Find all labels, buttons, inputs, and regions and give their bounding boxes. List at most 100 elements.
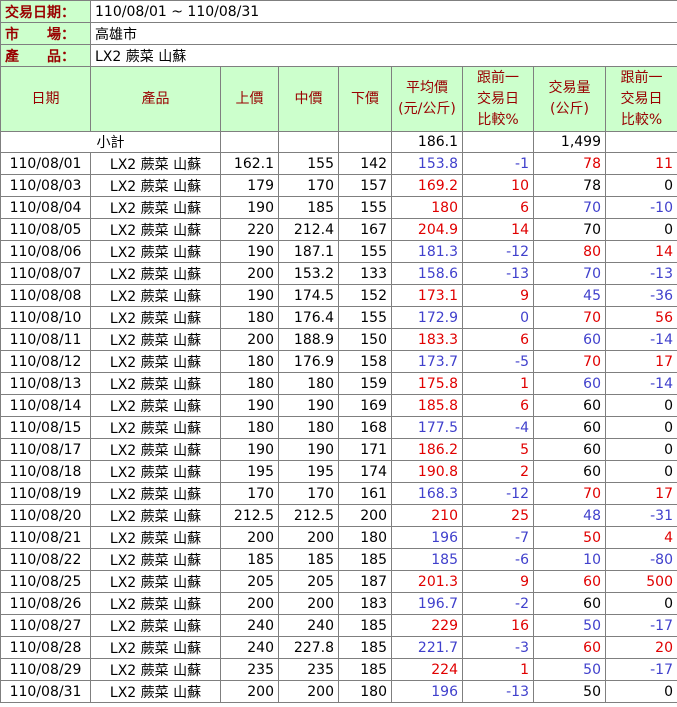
row-high-price: 200 [220,328,279,351]
row-volume: 60 [533,460,606,483]
header-avg-change: 跟前一 交易日 比較% [462,66,534,132]
row-date: 110/08/26 [0,592,91,615]
row-volume-change: 4 [605,526,677,549]
row-avg-change: 0 [462,306,534,329]
row-mid-price: 240 [278,614,339,637]
row-date: 110/08/29 [0,658,91,681]
row-product: LX2 蕨菜 山蘇 [90,350,221,373]
row-high-price: 195 [220,460,279,483]
row-avg-change: -5 [462,350,534,373]
subtotal-label: 小計 [0,131,221,153]
row-volume-change: 0 [605,394,677,417]
market-value: 高雄市 [90,22,677,45]
row-volume: 70 [533,350,606,373]
row-mid-price: 235 [278,658,339,681]
row-volume: 10 [533,548,606,571]
row-product: LX2 蕨菜 山蘇 [90,284,221,307]
product-label: 產 品： [0,44,91,67]
header-line: 日期 [31,90,60,107]
row-avg-price: 221.7 [391,636,463,659]
row-volume-change: -31 [605,504,677,527]
row-avg-change: 2 [462,460,534,483]
header-line: 比較% [620,111,663,128]
row-date: 110/08/21 [0,526,91,549]
row-mid-price: 200 [278,592,339,615]
table-row: 110/08/18 LX2 蕨菜 山蘇 195 195 174 190.8 2 60 0 [0,460,677,483]
row-date: 110/08/20 [0,504,91,527]
row-product: LX2 蕨菜 山蘇 [90,306,221,329]
row-avg-price: 185 [391,548,463,571]
date-range-label: 交易日期： [0,0,91,23]
row-date: 110/08/04 [0,196,91,219]
row-volume-change: 0 [605,680,677,703]
row-avg-price: 168.3 [391,482,463,505]
row-volume: 78 [533,174,606,197]
row-volume-change: -17 [605,658,677,681]
row-volume: 70 [533,262,606,285]
header-line: 產品 [141,90,170,107]
row-avg-price: 201.3 [391,570,463,593]
row-volume: 60 [533,394,606,417]
row-avg-price: 224 [391,658,463,681]
row-avg-price: 175.8 [391,372,463,395]
row-volume-change: -80 [605,548,677,571]
row-date: 110/08/10 [0,306,91,329]
table-row: 110/08/04 LX2 蕨菜 山蘇 190 185 155 180 6 70 -10 [0,196,677,219]
row-volume-change: 0 [605,460,677,483]
row-volume: 48 [533,504,606,527]
row-low-price: 155 [338,306,392,329]
table-row: 110/08/07 LX2 蕨菜 山蘇 200 153.2 133 158.6 -13 70-… [0,262,677,285]
row-product: LX2 蕨菜 山蘇 [90,570,221,593]
price-table: 日期 產品 上價 中價 下價 平均價 (元/公斤) 跟前一 交易日 比較% 交易量 (公斤) 跟前一 交易… [0,66,677,703]
row-date: 110/08/08 [0,284,91,307]
row-mid-price: 212.5 [278,504,339,527]
row-volume-change: -10 [605,196,677,219]
row-low-price: 200 [338,504,392,527]
row-volume: 60 [533,438,606,461]
row-volume: 60 [533,592,606,615]
row-avg-price: 190.8 [391,460,463,483]
row-avg-change: 10 [462,174,534,197]
row-mid-price: 174.5 [278,284,339,307]
row-volume-change: 500 [605,570,677,593]
row-low-price: 187 [338,570,392,593]
row-high-price: 200 [220,262,279,285]
header-line: (元/公斤) [398,101,456,117]
row-volume: 60 [533,328,606,351]
row-mid-price: 155 [278,152,339,175]
row-volume-change: 56 [605,306,677,329]
row-avg-price: 169.2 [391,174,463,197]
table-row: 110/08/05 LX2 蕨菜 山蘇 220 212.4 167 204.9 14 70 0 [0,218,677,241]
row-high-price: 190 [220,438,279,461]
header-row: 日期 產品 上價 中價 下價 平均價 (元/公斤) 跟前一 交易日 比較% 交易量 (公斤) 跟前一 交易… [0,66,677,132]
row-avg-price: 173.7 [391,350,463,373]
row-low-price: 155 [338,196,392,219]
row-volume: 78 [533,152,606,175]
row-date: 110/08/27 [0,614,91,637]
table-row: 110/08/20 LX2 蕨菜 山蘇 212.5 212.5 200 210 25 48 -3… [0,504,677,527]
row-avg-price: 186.2 [391,438,463,461]
table-row: 110/08/29 LX2 蕨菜 山蘇 235 235 185 224 1 50 -17 [0,658,677,681]
row-mid-price: 187.1 [278,240,339,263]
row-volume-change: -36 [605,284,677,307]
header-line: 比較% [477,111,519,128]
row-product: LX2 蕨菜 山蘇 [90,526,221,549]
table-row: 110/08/26 LX2 蕨菜 山蘇 200 200 183 196.7 -2 60 0 [0,592,677,615]
row-avg-change: 5 [462,438,534,461]
row-mid-price: 200 [278,680,339,703]
row-low-price: 174 [338,460,392,483]
row-mid-price: 180 [278,416,339,439]
row-date: 110/08/07 [0,262,91,285]
market-label: 市 場： [0,22,91,45]
row-product: LX2 蕨菜 山蘇 [90,438,221,461]
row-low-price: 168 [338,416,392,439]
row-mid-price: 176.4 [278,306,339,329]
row-date: 110/08/06 [0,240,91,263]
row-avg-price: 183.3 [391,328,463,351]
table-row: 110/08/08 LX2 蕨菜 山蘇 190 174.5 152 173.1 9 45 -36 [0,284,677,307]
row-avg-change: 1 [462,658,534,681]
row-avg-change: -12 [462,240,534,263]
row-product: LX2 蕨菜 山蘇 [90,636,221,659]
header-high-price: 上價 [220,66,279,132]
table-row: 110/08/14 LX2 蕨菜 山蘇 190 190 169 185.8 6 60 0 [0,394,677,417]
